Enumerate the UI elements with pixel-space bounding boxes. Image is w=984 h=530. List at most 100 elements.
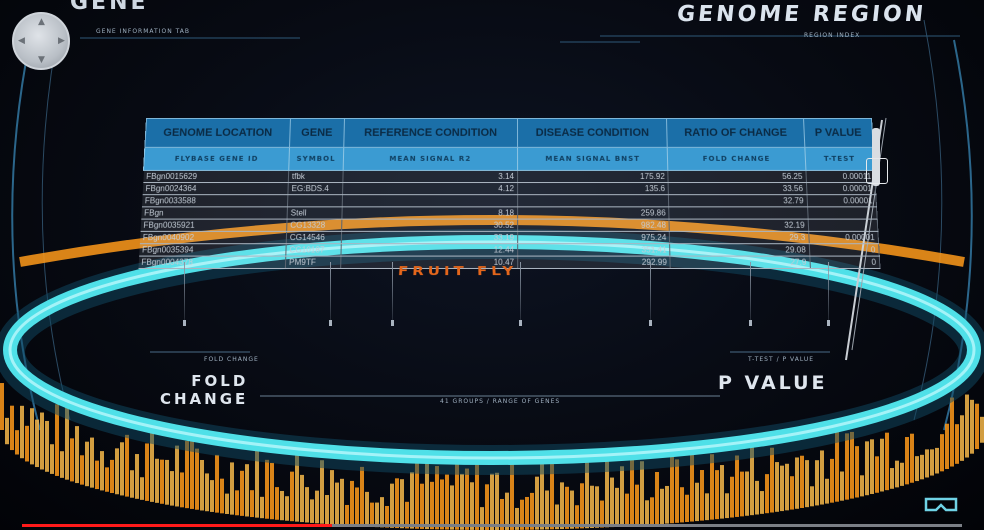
orange-bar <box>495 472 499 530</box>
orange-bar <box>25 425 29 462</box>
orange-bar <box>435 466 439 530</box>
scroll-slider-knob[interactable] <box>866 158 888 184</box>
orange-bar <box>210 480 214 512</box>
nav-pad-icon[interactable]: ▲ ▼ ◀ ▶ <box>12 12 70 70</box>
table-cell: PM9TF <box>285 256 341 269</box>
orange-bar <box>340 478 344 526</box>
orange-bar <box>620 466 624 527</box>
orange-bar <box>440 479 444 530</box>
orange-bar <box>170 471 174 506</box>
table-row: FBgn0040902 CG14546 33.19 975.24 29.3 0.00001 <box>139 231 879 244</box>
orange-bar <box>890 468 894 489</box>
table-row: FBgn0035921 CG13328 30.52 982.48 32.19 <box>140 219 878 232</box>
orange-bar <box>645 500 649 526</box>
orange-bar <box>155 458 159 503</box>
drop-line <box>828 262 829 320</box>
table-row: FBgn0015629 tfbk 3.14 175.92 56.25 0.00011 <box>142 170 876 183</box>
table-cell: tfbk <box>288 170 343 183</box>
table-cell: 0.00001 <box>806 194 877 207</box>
orange-bar <box>50 444 54 474</box>
orange-bar <box>160 459 164 504</box>
drop-line <box>392 262 393 320</box>
orange-bar <box>360 466 364 527</box>
orange-bar <box>910 433 914 483</box>
orange-bar <box>165 459 169 505</box>
orange-bar <box>205 473 209 512</box>
orange-bar <box>740 471 744 517</box>
orange-bar <box>725 493 729 519</box>
table-cell: 259.86 <box>517 206 670 220</box>
table-cell: 3.14 <box>342 170 518 183</box>
orange-bar <box>470 482 474 530</box>
orange-bar <box>840 471 844 501</box>
nav-up-icon[interactable]: ▲ <box>38 18 45 27</box>
top-right-subtitle: REGION INDEX <box>804 32 861 39</box>
orange-bar <box>395 478 399 529</box>
orange-bar <box>490 473 494 530</box>
fold-change-line2: CHANGE <box>160 390 249 408</box>
orange-bar <box>565 486 569 529</box>
table-row: FBgn0035394 CG10187 12.44 351.41 29.08 0 <box>138 243 880 257</box>
orange-bar <box>955 424 959 464</box>
orange-bar <box>300 474 304 523</box>
orange-bar <box>880 438 884 492</box>
orange-bar <box>420 483 424 529</box>
table-cell: EG:BDS.4 <box>287 182 343 195</box>
orange-bar <box>745 471 749 516</box>
orange-bar <box>15 430 19 455</box>
orange-bar <box>780 465 784 512</box>
video-progress-fill <box>22 524 333 527</box>
table-cell: 982.48 <box>517 219 670 232</box>
orange-bar <box>175 445 179 507</box>
top-right-title: GENOME REGION <box>675 2 928 27</box>
orange-bar <box>100 451 104 491</box>
orange-bar <box>965 394 969 458</box>
table-cell: 32.79 <box>668 194 808 207</box>
vr-headset-icon[interactable] <box>924 496 958 516</box>
nav-left-icon[interactable]: ◀ <box>18 37 25 46</box>
table-cell: FBgn0040902 <box>139 231 287 244</box>
orange-bar <box>665 485 669 524</box>
orange-bar <box>120 442 124 496</box>
orange-bar <box>230 462 234 515</box>
orange-bar <box>760 491 764 514</box>
orange-bar <box>640 461 644 526</box>
vr-scene: ▲ ▼ ◀ ▶ GENE GENE INFORMATION TAB GENOME… <box>0 0 984 530</box>
table-cell: 351.41 <box>517 243 671 257</box>
orange-bar <box>610 477 614 528</box>
orange-bar <box>250 490 254 518</box>
orange-bar <box>265 459 269 519</box>
orange-bar <box>85 441 89 487</box>
orange-bar <box>825 478 829 504</box>
table-cell: 33.19 <box>340 231 518 244</box>
fold-change-label: FOLD CHANGE <box>160 372 248 408</box>
p-value-small-label: T-TEST / P VALUE <box>748 356 815 363</box>
orange-bar <box>70 438 74 482</box>
column-header: GENE <box>289 118 345 148</box>
orange-bar <box>770 447 774 513</box>
orange-bar <box>95 460 99 490</box>
orange-bar <box>720 465 724 519</box>
orange-bar <box>795 457 799 509</box>
fold-change-line1: FOLD <box>191 372 249 390</box>
orange-bar <box>800 455 804 508</box>
table-cell: 292.99 <box>517 256 671 269</box>
orange-bar <box>145 443 149 501</box>
table-cell: CG14546 <box>286 231 342 244</box>
table-cell: CG13328 <box>286 219 342 232</box>
fold-change-small-label: FOLD CHANGE <box>204 356 259 363</box>
orange-bar <box>45 420 49 472</box>
table-cell: 33.56 <box>668 182 807 195</box>
orange-bar <box>410 472 414 529</box>
orange-bar <box>945 423 949 470</box>
orange-bar <box>705 493 709 521</box>
video-progress-bar[interactable] <box>22 524 962 527</box>
table-cell: 29.3 <box>669 231 810 244</box>
drop-line-marker <box>649 320 652 326</box>
orange-bar <box>875 456 879 493</box>
column-header: RATIO OF CHANGE <box>666 118 805 148</box>
nav-right-icon[interactable]: ▶ <box>58 37 65 46</box>
nav-down-icon[interactable]: ▼ <box>38 56 45 65</box>
drop-line <box>330 262 331 320</box>
table-cell: FBgn0035394 <box>138 243 287 257</box>
